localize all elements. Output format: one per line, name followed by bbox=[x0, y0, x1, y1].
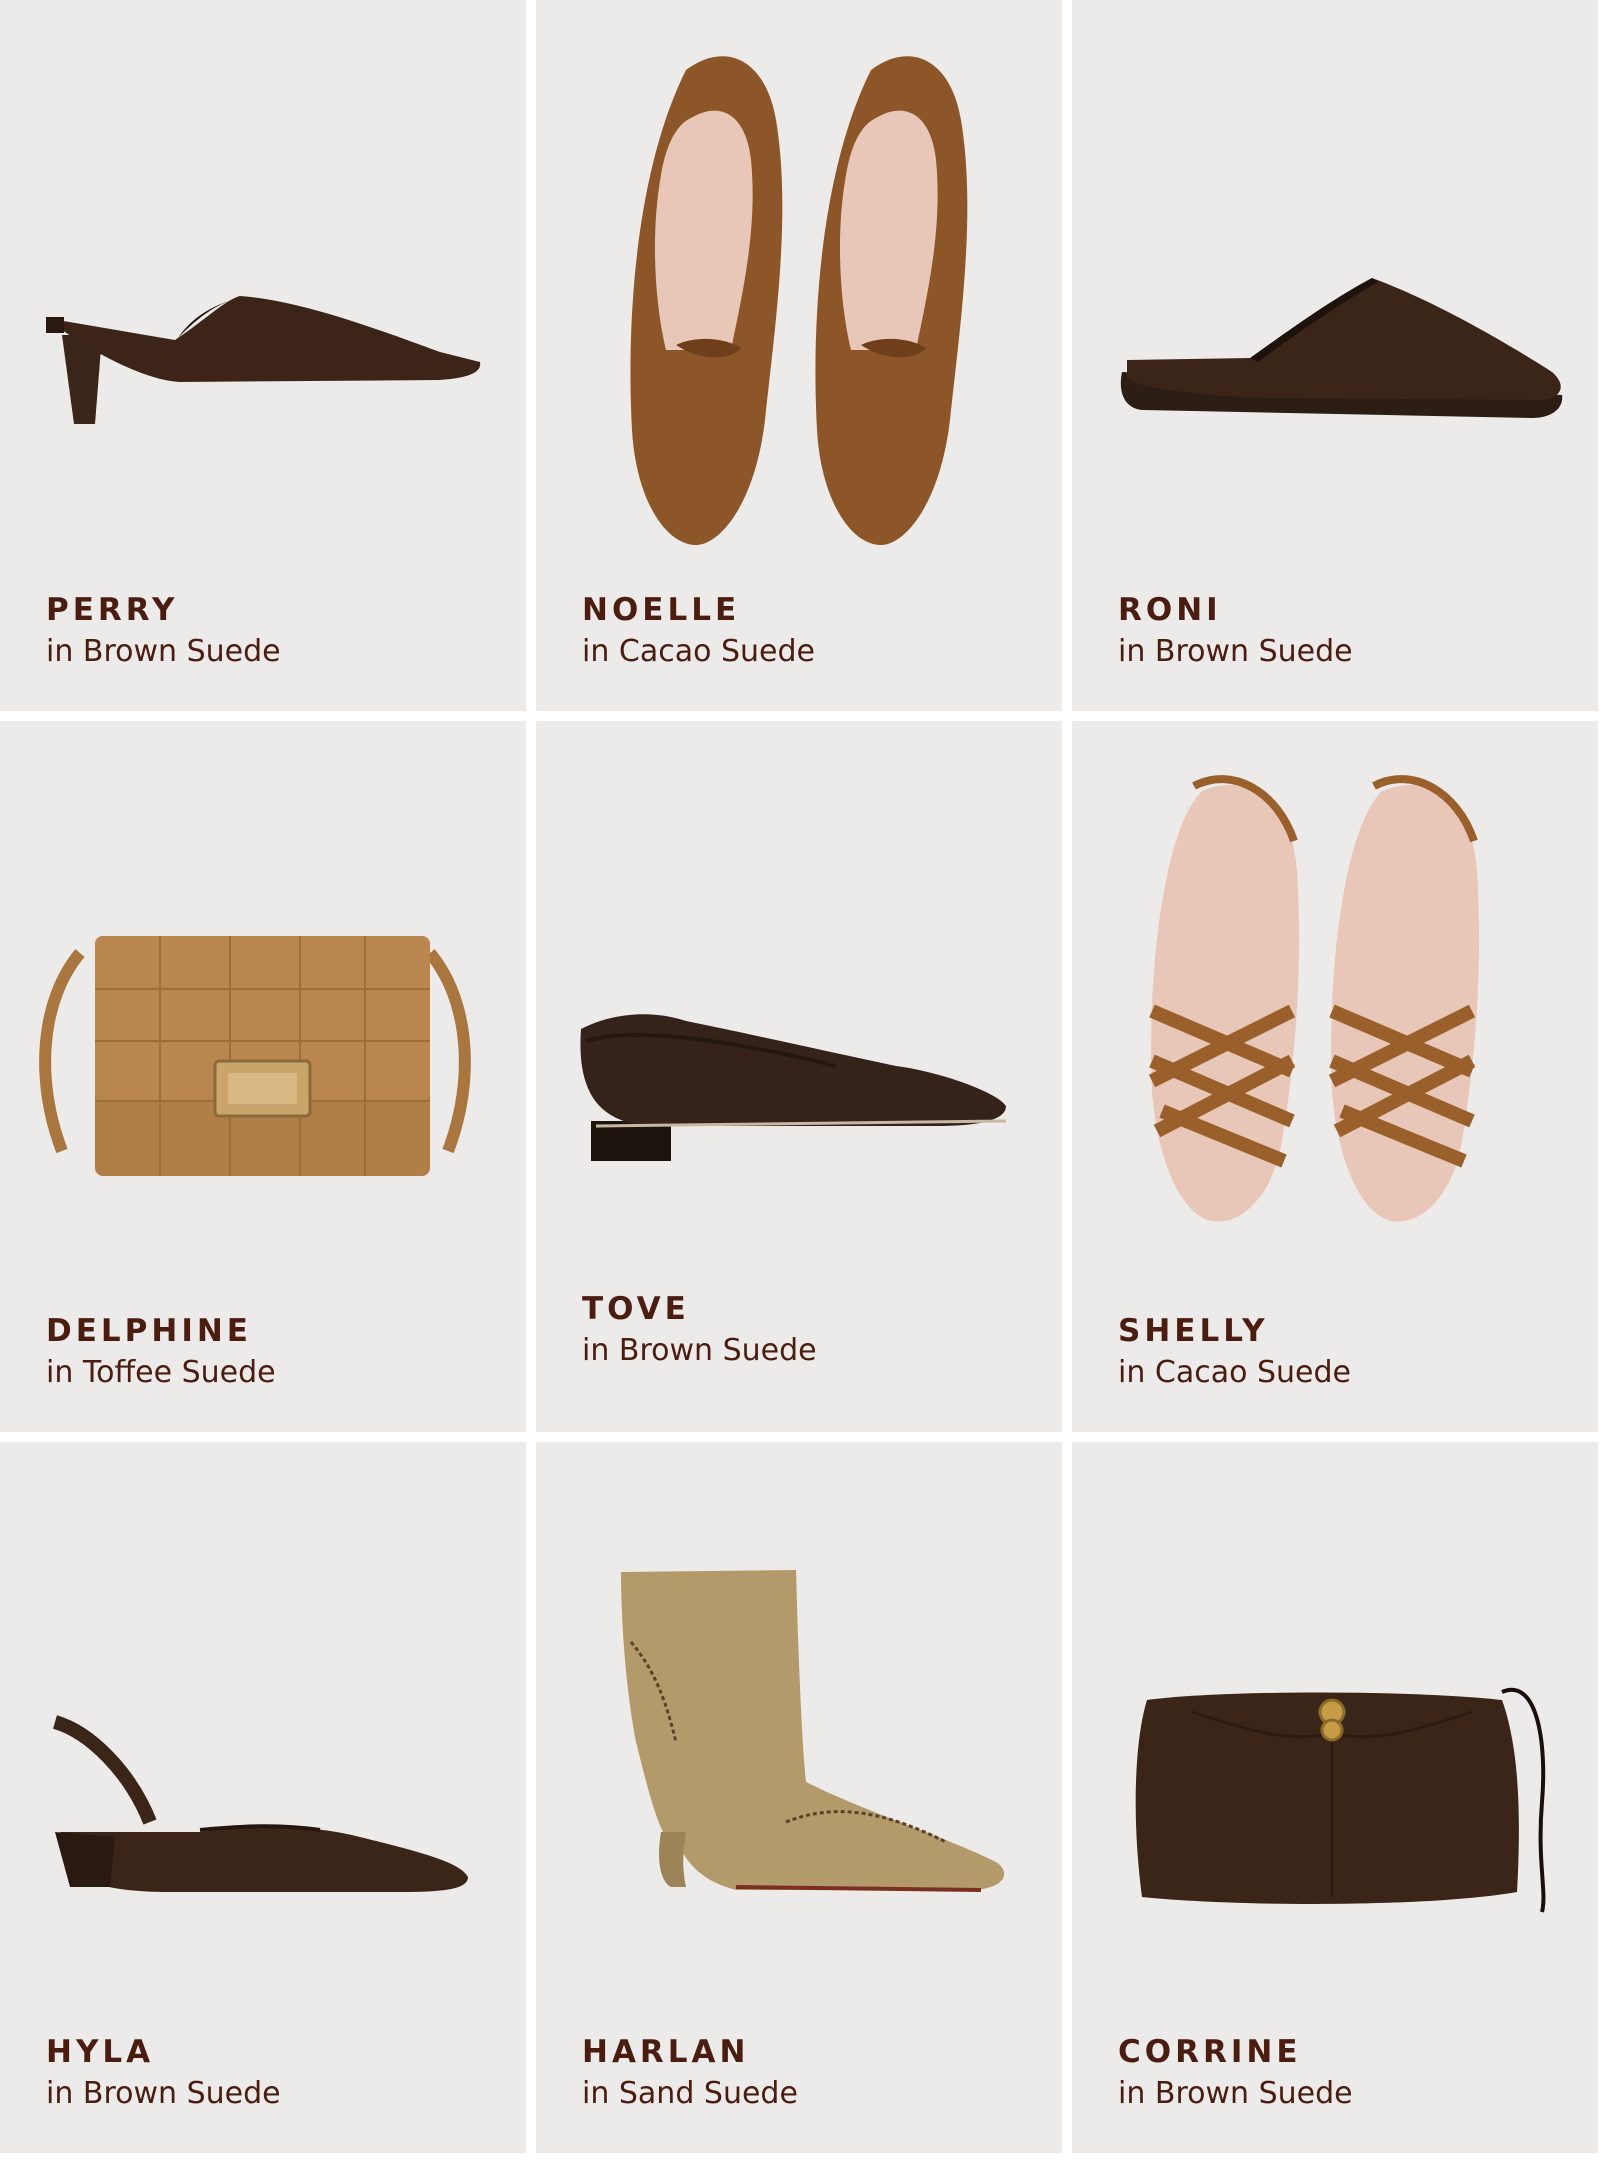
product-grid: PERRY in Brown Suede NOELLE in Cacao Sue… bbox=[0, 0, 1600, 2166]
product-name[interactable]: PERRY bbox=[46, 590, 281, 630]
product-name[interactable]: RONI bbox=[1118, 590, 1353, 630]
product-card-corrine[interactable]: CORRINE in Brown Suede bbox=[1072, 1442, 1598, 2153]
product-name[interactable]: DELPHINE bbox=[46, 1311, 276, 1351]
product-color: in Brown Suede bbox=[582, 1333, 817, 1368]
product-card-shelly[interactable]: SHELLY in Cacao Suede bbox=[1072, 721, 1598, 1432]
product-card-roni[interactable]: RONI in Brown Suede bbox=[1072, 0, 1598, 711]
product-caption: TOVE in Brown Suede bbox=[582, 1289, 817, 1371]
product-caption: RONI in Brown Suede bbox=[1118, 590, 1353, 672]
product-card-harlan[interactable]: HARLAN in Sand Suede bbox=[536, 1442, 1062, 2153]
product-color: in Brown Suede bbox=[1118, 634, 1353, 669]
product-color: in Toffee Suede bbox=[46, 1355, 276, 1390]
product-card-perry[interactable]: PERRY in Brown Suede bbox=[0, 0, 526, 711]
product-name[interactable]: CORRINE bbox=[1118, 2032, 1353, 2072]
product-color: in Sand Suede bbox=[582, 2076, 798, 2111]
product-caption: CORRINE in Brown Suede bbox=[1118, 2032, 1353, 2114]
product-name[interactable]: NOELLE bbox=[582, 590, 815, 630]
product-caption: HARLAN in Sand Suede bbox=[582, 2032, 798, 2114]
product-name[interactable]: HARLAN bbox=[582, 2032, 798, 2072]
product-card-hyla[interactable]: HYLA in Brown Suede bbox=[0, 1442, 526, 2153]
product-color: in Brown Suede bbox=[46, 2076, 281, 2111]
product-name[interactable]: TOVE bbox=[582, 1289, 817, 1329]
product-name[interactable]: SHELLY bbox=[1118, 1311, 1351, 1351]
product-caption: HYLA in Brown Suede bbox=[46, 2032, 281, 2114]
product-card-noelle[interactable]: NOELLE in Cacao Suede bbox=[536, 0, 1062, 711]
product-card-delphine[interactable]: DELPHINE in Toffee Suede bbox=[0, 721, 526, 1432]
product-caption: DELPHINE in Toffee Suede bbox=[46, 1311, 276, 1393]
product-caption: SHELLY in Cacao Suede bbox=[1118, 1311, 1351, 1393]
product-name[interactable]: HYLA bbox=[46, 2032, 281, 2072]
product-color: in Cacao Suede bbox=[1118, 1355, 1351, 1390]
product-color: in Brown Suede bbox=[46, 634, 281, 669]
product-color: in Cacao Suede bbox=[582, 634, 815, 669]
product-caption: PERRY in Brown Suede bbox=[46, 590, 281, 672]
product-card-tove[interactable]: TOVE in Brown Suede bbox=[536, 721, 1062, 1432]
product-caption: NOELLE in Cacao Suede bbox=[582, 590, 815, 672]
product-color: in Brown Suede bbox=[1118, 2076, 1353, 2111]
